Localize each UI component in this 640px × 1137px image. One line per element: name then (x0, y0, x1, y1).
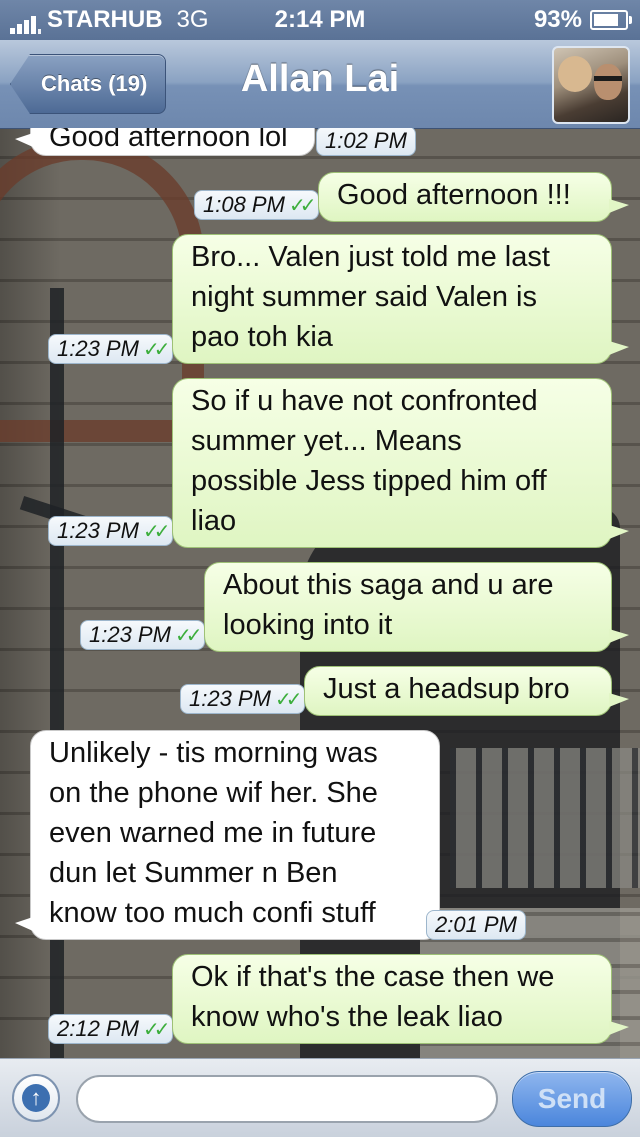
message-bubble-outgoing[interactable]: So if u have not confronted summer yet..… (172, 378, 629, 548)
battery-fill (594, 14, 619, 26)
send-button-label: Send (537, 1083, 607, 1114)
message-timestamp: 2:01 PM (426, 910, 526, 940)
message-line: possible Jess tipped him off (191, 465, 547, 497)
timestamp-text: 2:01 PM (435, 912, 517, 937)
timestamp-text: 1:23 PM (57, 518, 139, 543)
message-line: liao (191, 505, 237, 537)
upload-arrow-icon: ↑ (22, 1084, 50, 1112)
message-timestamp: 1:23 PM ✓✓ (48, 516, 174, 546)
message-timestamp: 1:23 PM ✓✓ (48, 334, 174, 364)
timestamp-text: 1:08 PM (203, 192, 285, 217)
message-line: summer yet... Means (191, 425, 462, 457)
message-line: About this saga and u are (223, 569, 554, 601)
timestamp-text: 2:12 PM (57, 1016, 139, 1041)
message-line: Bro... Valen just told me last (191, 241, 550, 273)
message-bubble-incoming[interactable]: Unlikely - tis morning was on the phone … (15, 730, 440, 940)
chat-title: Allan Lai (240, 58, 400, 100)
double-check-icon: ✓✓ (274, 688, 302, 711)
back-to-chats-button[interactable]: Chats (19) (10, 54, 167, 114)
message-line: Unlikely - tis morning was (49, 737, 378, 769)
message-timestamp: 1:08 PM ✓✓ (194, 190, 320, 220)
message-input[interactable] (76, 1075, 498, 1123)
message-bubble-outgoing[interactable]: Bro... Valen just told me last night sum… (172, 234, 629, 364)
message-line: know too much confi stuff (49, 897, 376, 929)
timestamp-text: 1:02 PM (325, 128, 407, 153)
message-line: looking into it (223, 609, 393, 641)
message-list[interactable]: Good afternoon lol 1:02 PM 1:08 PM ✓✓ Go… (0, 128, 640, 1058)
message-bubble-outgoing[interactable]: Just a headsup bro (304, 666, 629, 716)
status-right: 93% (533, 6, 632, 34)
message-text: Good afternoon !!! (337, 179, 571, 211)
message-line: dun let Summer n Ben (49, 857, 338, 889)
message-line: even warned me in future (49, 817, 377, 849)
message-line: on the phone wif her. She (49, 777, 378, 809)
timestamp-text: 1:23 PM (189, 686, 271, 711)
message-timestamp: 1:23 PM ✓✓ (80, 620, 206, 650)
status-bar: STARHUB 3G 2:14 PM 93% (0, 0, 640, 40)
timestamp-text: 1:23 PM (57, 336, 139, 361)
message-bubble-outgoing[interactable]: Ok if that's the case then we know who's… (172, 954, 629, 1044)
message-composer: ↑ Send (0, 1058, 640, 1137)
message-line: Ok if that's the case then we (191, 961, 555, 993)
message-bubble-outgoing[interactable]: Good afternoon !!! (318, 172, 629, 222)
double-check-icon: ✓✓ (174, 624, 202, 647)
message-line: know who's the leak liao (191, 1001, 503, 1033)
back-button-label: Chats (19) (41, 71, 148, 96)
navigation-bar: Chats (19) Allan Lai (0, 40, 640, 129)
double-check-icon: ✓✓ (142, 338, 170, 361)
timestamp-text: 1:23 PM (89, 622, 171, 647)
message-line: So if u have not confronted (191, 385, 538, 417)
double-check-icon: ✓✓ (142, 1018, 170, 1041)
message-timestamp: 1:23 PM ✓✓ (180, 684, 306, 714)
message-timestamp: 1:02 PM (316, 128, 416, 156)
attach-button[interactable]: ↑ (12, 1074, 60, 1122)
message-line: night summer said Valen is (191, 281, 538, 313)
message-timestamp: 2:12 PM ✓✓ (48, 1014, 174, 1044)
message-text: Just a headsup bro (323, 673, 570, 705)
contact-avatar[interactable] (552, 46, 630, 124)
message-bubble-outgoing[interactable]: About this saga and u are looking into i… (204, 562, 629, 652)
double-check-icon: ✓✓ (288, 194, 316, 217)
battery-icon (590, 10, 632, 30)
message-text: Good afternoon lol (49, 128, 288, 153)
battery-percent: 93% (533, 6, 582, 33)
double-check-icon: ✓✓ (142, 520, 170, 543)
message-bubble-incoming[interactable]: Good afternoon lol (15, 128, 315, 156)
message-line: pao toh kia (191, 321, 333, 353)
send-button[interactable]: Send (512, 1071, 632, 1127)
